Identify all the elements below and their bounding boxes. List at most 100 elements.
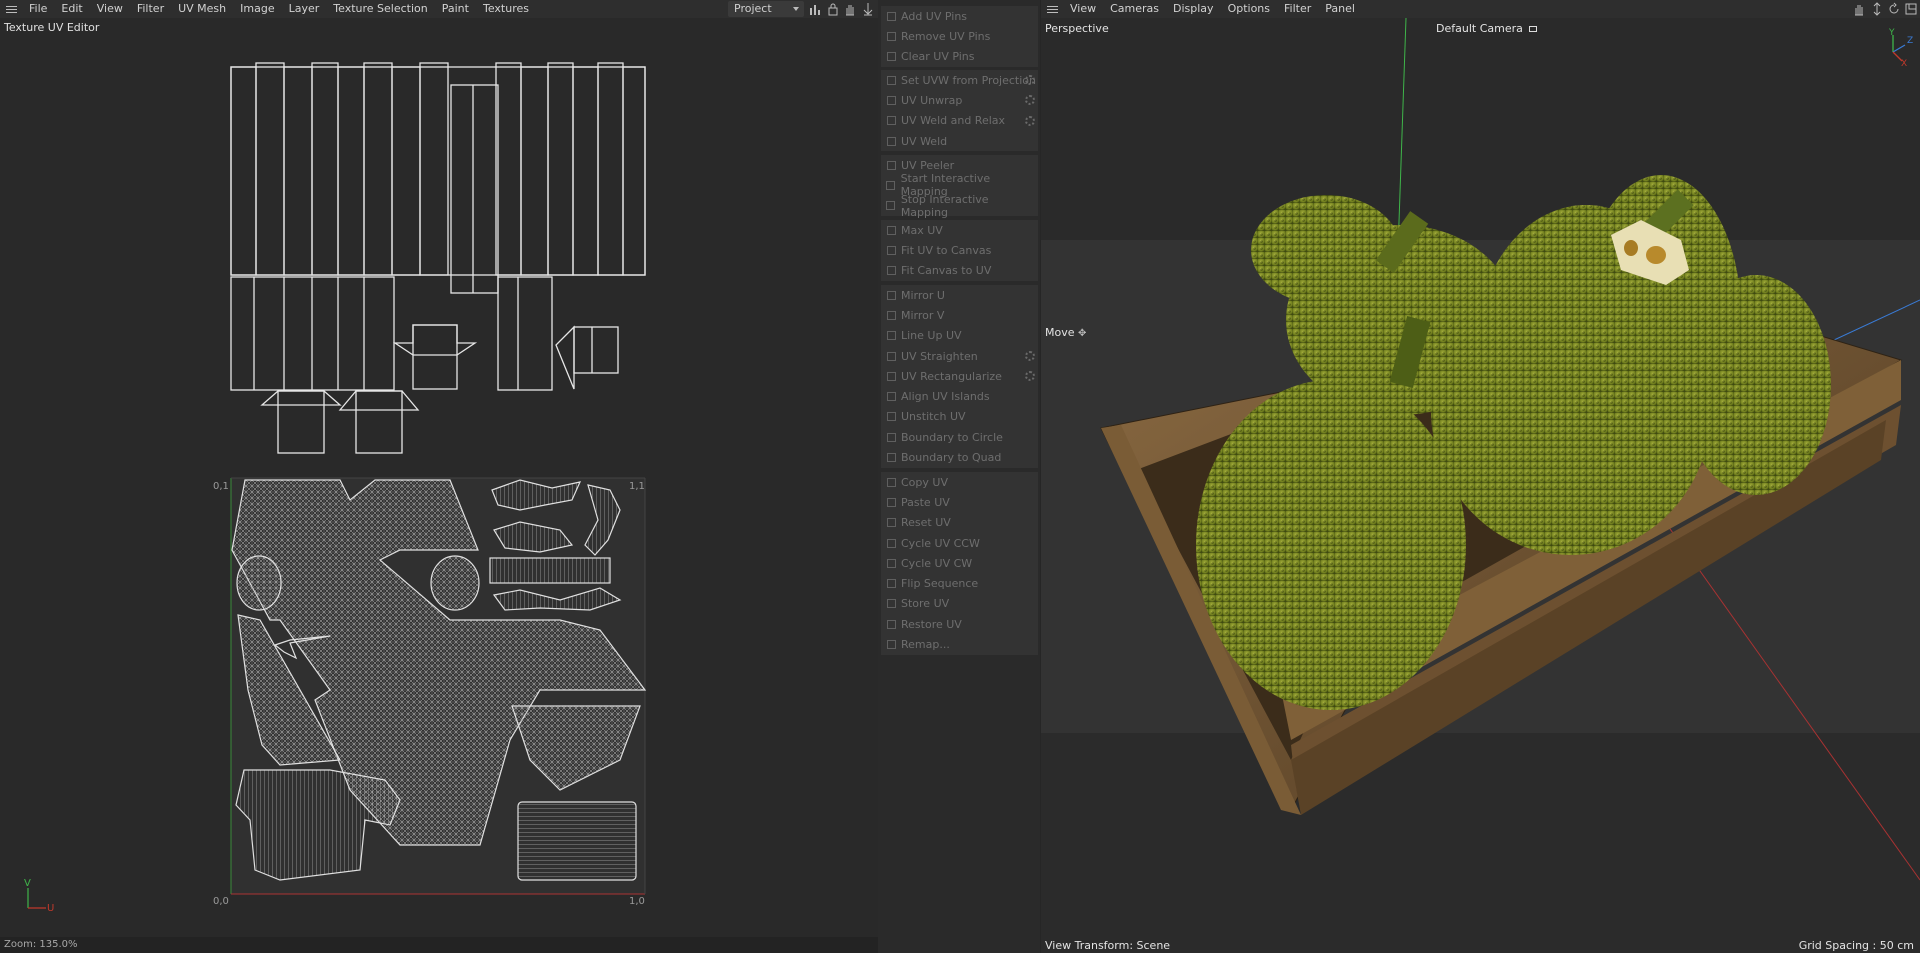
gear-icon[interactable] [1025,115,1035,126]
hand-pan-icon[interactable] [1852,2,1866,16]
coord-top-right: 1,1 [629,481,645,492]
tool-line-up-uv[interactable]: Line Up UV [881,326,1038,346]
camera-name[interactable]: Default Camera [1436,22,1538,35]
zoom-status: Zoom: 135.0% [0,937,878,953]
mirror-v-icon [881,310,901,320]
uv-canvas[interactable] [0,0,878,937]
tool-boundary-to-quad[interactable]: Boundary to Quad [881,447,1038,467]
rotate-view-icon[interactable] [1887,2,1901,16]
tool-align-uv-islands[interactable]: Align UV Islands [881,386,1038,406]
tool-label: Fit Canvas to UV [901,264,992,278]
menu-cameras[interactable]: Cameras [1103,0,1166,18]
tool-label: Copy UV [901,475,948,489]
menu-display[interactable]: Display [1166,0,1221,18]
tool-clear-uv-pins[interactable]: Clear UV Pins [881,47,1038,67]
tool-label: Boundary to Quad [901,451,1002,465]
gear-icon[interactable] [1025,75,1035,85]
menu-view[interactable]: View [1063,0,1103,18]
menu-options[interactable]: Options [1221,0,1277,18]
tool-label: Clear UV Pins [901,50,975,64]
u-axis-label: U [47,903,55,914]
gear-icon[interactable] [1025,371,1035,382]
fit-uv-icon [881,245,901,255]
viewport-panel[interactable]: View Cameras Display Options Filter Pane… [1041,0,1920,953]
viewport-menubar: View Cameras Display Options Filter Pane… [1041,0,1920,18]
v-axis-label: V [24,878,31,889]
tool-remove-uv-pins[interactable]: Remove UV Pins [881,26,1038,46]
store-icon [881,599,901,609]
flip-icon [881,579,901,589]
tool-group: UV Peeler Start Interactive Mapping Stop I… [881,155,1038,219]
rectangularize-icon [881,371,901,381]
menu-panel[interactable]: Panel [1318,0,1362,18]
tool-cycle-uv-cw[interactable]: Cycle UV CW [881,553,1038,573]
tool-label: Cycle UV CCW [901,536,980,550]
menu-filter[interactable]: Filter [1277,0,1318,18]
projection-icon [881,75,901,85]
maximize-view-icon[interactable] [1904,2,1918,16]
tool-label: Remove UV Pins [901,29,991,43]
tool-store-uv[interactable]: Store UV [881,594,1038,614]
tool-label: UV Unwrap [901,93,963,107]
dolly-icon[interactable] [1870,2,1884,16]
cycle-cw-icon [881,558,901,568]
coord-bottom-left: 0,0 [213,896,229,907]
tool-label: Paste UV [901,495,950,509]
tool-mirror-u[interactable]: Mirror U [881,285,1038,305]
grid-spacing-status: Grid Spacing : 50 cm [1798,939,1914,952]
pin-clear-icon [881,52,901,62]
tool-label: Boundary to Circle [901,430,1003,444]
tool-copy-uv[interactable]: Copy UV [881,472,1038,492]
viewport-label[interactable]: Perspective [1045,22,1109,35]
unstitch-icon [881,412,901,422]
unwrap-icon [881,95,901,105]
pin-remove-icon [881,31,901,41]
gear-icon[interactable] [1025,350,1035,361]
gear-icon[interactable] [1025,95,1035,106]
fit-canvas-icon [881,266,901,276]
coord-bottom-right: 1,0 [629,896,645,907]
align-islands-icon [881,392,901,402]
tool-flip-sequence[interactable]: Flip Sequence [881,573,1038,593]
max-uv-icon [881,225,901,235]
uv-tools-panel: Add UV Pins Remove UV Pins Clear UV Pins Se… [878,0,1040,953]
hamburger-menu-icon[interactable] [1041,0,1063,18]
tool-label: UV Weld [901,134,948,148]
tool-uv-unwrap[interactable]: UV Unwrap [881,90,1038,110]
tool-cycle-uv-ccw[interactable]: Cycle UV CCW [881,533,1038,553]
tool-label: Restore UV [901,617,962,631]
copy-icon [881,477,901,487]
tool-fit-canvas-to-uv[interactable]: Fit Canvas to UV [881,261,1038,281]
tool-stop-interactive-mapping[interactable]: Stop Interactive Mapping [881,193,1038,219]
tool-label: Max UV [901,223,943,237]
tool-label: Mirror V [901,308,945,322]
tool-boundary-to-circle[interactable]: Boundary to Circle [881,427,1038,447]
tool-uv-rectangularize[interactable]: UV Rectangularize [881,366,1038,386]
active-tool-label: Move ✥ [1045,326,1086,339]
remap-icon [881,640,901,650]
tool-uv-weld-and-relax[interactable]: UV Weld and Relax [881,111,1038,131]
viewport-scene[interactable] [1041,0,1920,953]
tool-max-uv[interactable]: Max UV [881,220,1038,240]
tool-label: Line Up UV [901,329,962,343]
tool-group: Max UV Fit UV to Canvas Fit Canvas to UV [881,220,1038,281]
tool-label: Reset UV [901,516,951,530]
gizmo-z-label: Z [1907,36,1914,46]
tool-uv-weld[interactable]: UV Weld [881,131,1038,151]
tool-set-uvw-from-projection[interactable]: Set UVW from Projection [881,70,1038,90]
camera-label: Default Camera [1436,22,1523,35]
tool-mirror-v[interactable]: Mirror V [881,305,1038,325]
tool-add-uv-pins[interactable]: Add UV Pins [881,6,1038,26]
coord-top-left: 0,1 [213,481,229,492]
tool-remap[interactable]: Remap... [881,634,1038,654]
tool-uv-straighten[interactable]: UV Straighten [881,346,1038,366]
tool-restore-uv[interactable]: Restore UV [881,614,1038,634]
gizmo-y-label: Y [1889,28,1895,38]
tool-paste-uv[interactable]: Paste UV [881,492,1038,512]
tool-unstitch-uv[interactable]: Unstitch UV [881,407,1038,427]
tool-fit-uv-to-canvas[interactable]: Fit UV to Canvas [881,240,1038,260]
restore-icon [881,619,901,629]
move-icon: ✥ [1078,328,1087,339]
tool-reset-uv[interactable]: Reset UV [881,513,1038,533]
paste-icon [881,497,901,507]
